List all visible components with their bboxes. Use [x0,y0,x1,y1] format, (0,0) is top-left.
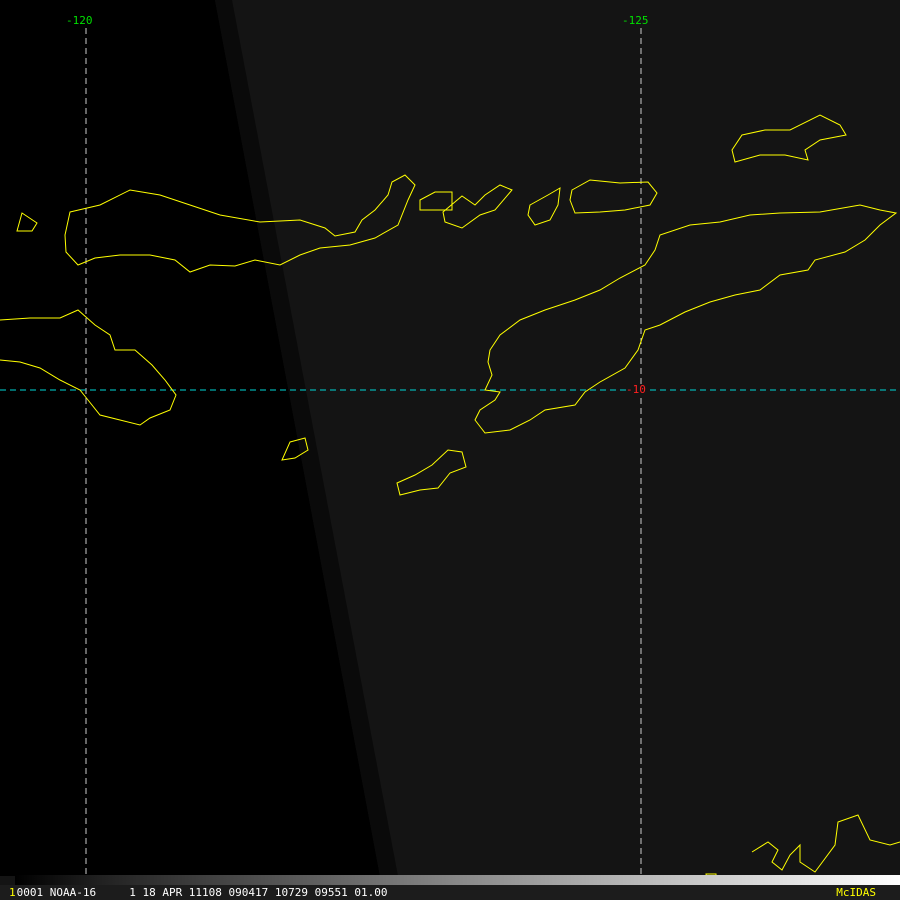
image-info: 0001 NOAA-16 1 18 APR 11108 090417 10729… [16,886,388,899]
frame-number: 1 [9,886,16,899]
night-region [0,0,380,876]
map-canvas [0,0,900,885]
lon-label-120: -120 [66,14,93,27]
status-bar: 1 0001 NOAA-16 1 18 APR 11108 090417 107… [0,885,900,900]
satellite-image-view: -120 -125 -10 1 0001 NOAA-16 1 18 APR 11… [0,0,900,900]
mcidas-brand: McIDAS [836,886,876,899]
lon-label-125: -125 [622,14,649,27]
lat-label-10: -10 [626,383,646,396]
grayscale-calibration-bar [15,875,900,885]
